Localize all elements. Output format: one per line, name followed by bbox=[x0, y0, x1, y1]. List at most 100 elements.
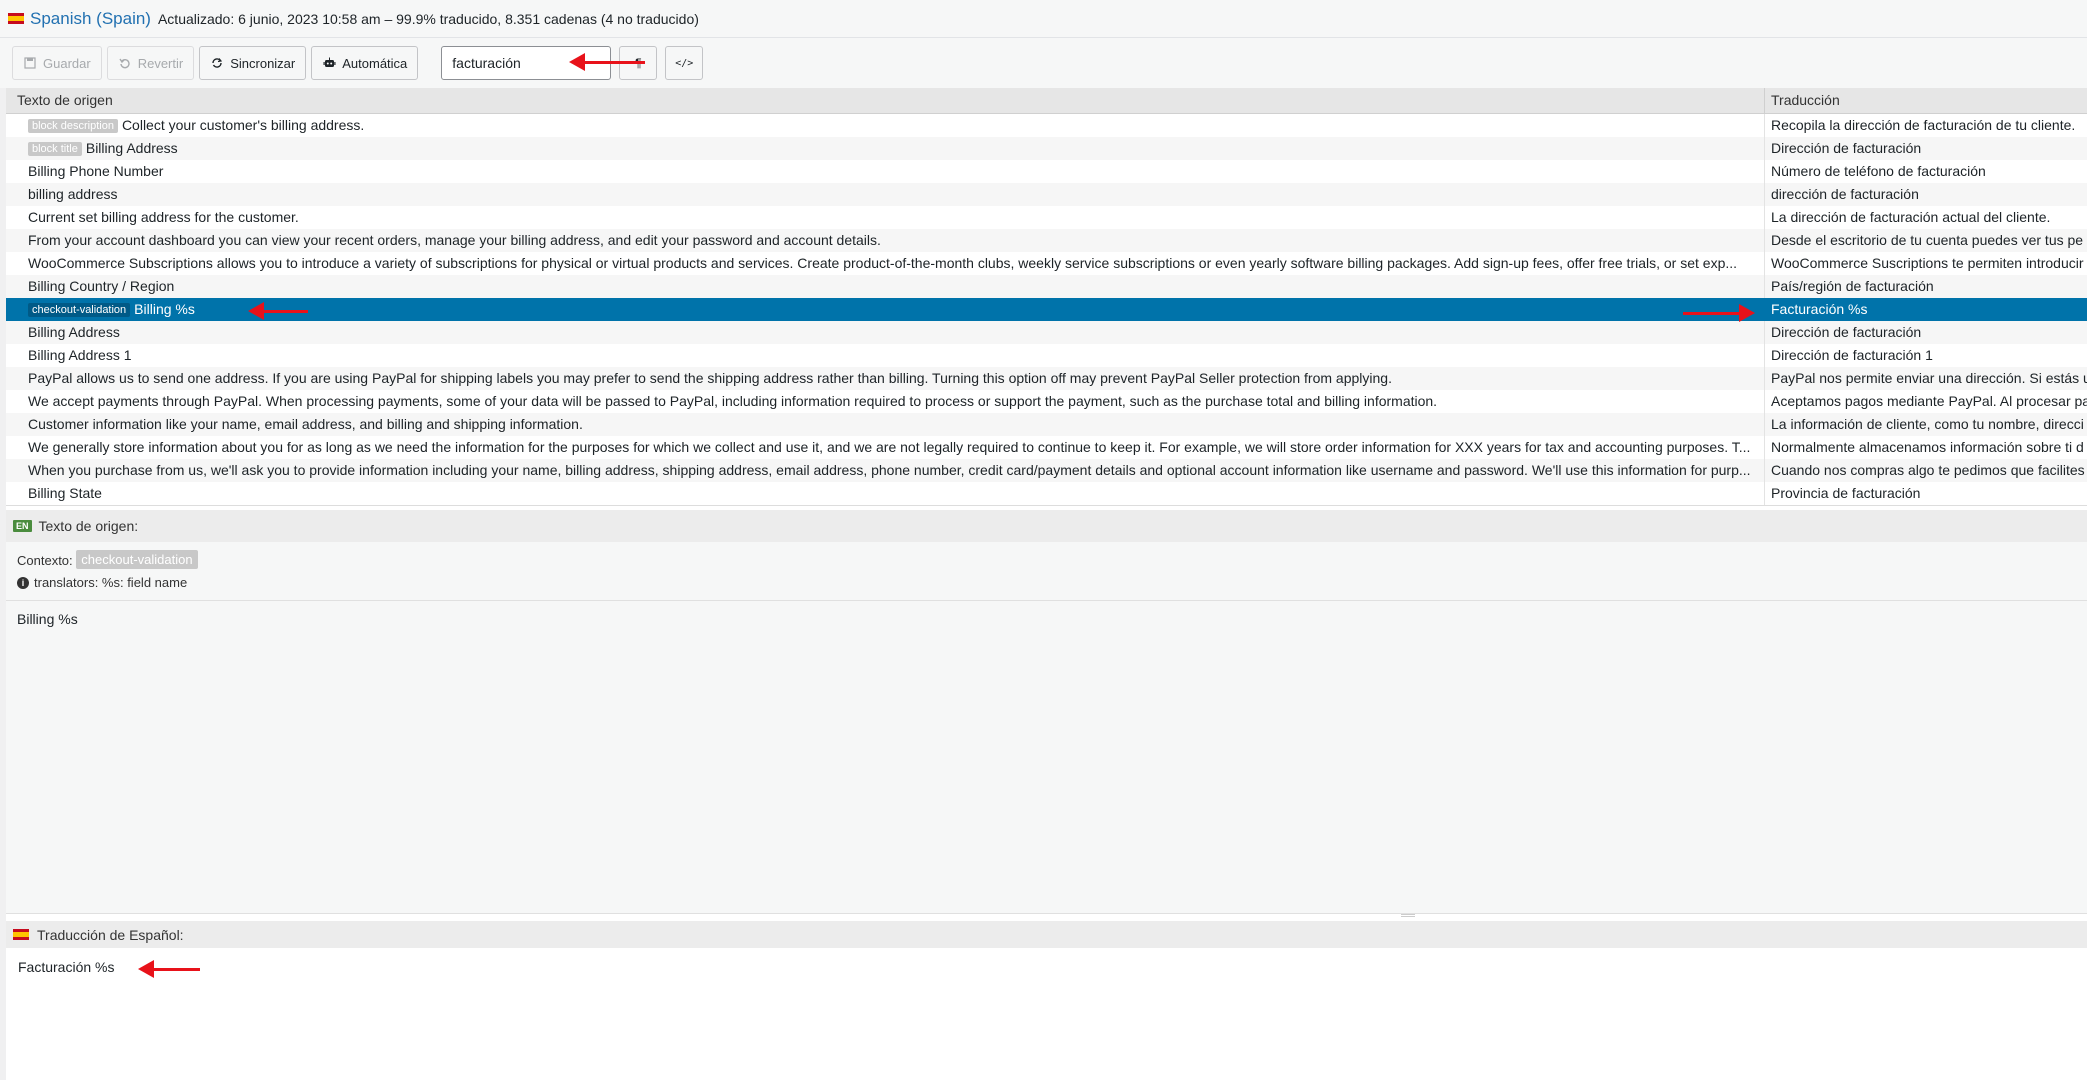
translation-cell: WooCommerce Suscriptions te permiten int… bbox=[1771, 255, 2084, 271]
resize-handle[interactable] bbox=[1401, 914, 1415, 917]
cell-divider bbox=[1764, 137, 1765, 160]
table-row[interactable]: Billing State Provincia de facturación bbox=[6, 482, 2087, 505]
table-row[interactable]: block description Collect your customer's… bbox=[6, 114, 2087, 137]
source-text: From your account dashboard you can view… bbox=[28, 232, 881, 248]
translator-note-text: translators: %s: field name bbox=[34, 575, 188, 590]
source-text: Collect your customer's billing address. bbox=[121, 117, 365, 133]
table-row[interactable]: block title Billing Address Dirección de f… bbox=[6, 137, 2087, 160]
source-cell: WooCommerce Subscriptions allows you to … bbox=[28, 255, 1758, 271]
cell-divider bbox=[1764, 482, 1765, 505]
translation-cell: Aceptamos pagos mediante PayPal. Al proc… bbox=[1771, 393, 2087, 409]
table-row[interactable]: checkout-validation Billing %s Facturación… bbox=[6, 298, 2087, 321]
save-button[interactable]: Guardar bbox=[12, 46, 102, 80]
table-row[interactable]: Current set billing address for the cust… bbox=[6, 206, 2087, 229]
source-text: Billing Address bbox=[85, 140, 178, 156]
source-panel: EN Texto de origen: Contexto: checkout-v… bbox=[6, 510, 2087, 914]
table-row[interactable]: billing address dirección de facturación bbox=[6, 183, 2087, 206]
source-cell: billing address bbox=[28, 186, 1758, 202]
source-text: Current set billing address for the cust… bbox=[28, 209, 299, 225]
translation-cell: Dirección de facturación 1 bbox=[1771, 347, 1933, 363]
source-cell: We generally store information about you… bbox=[28, 439, 1758, 455]
translation-editor[interactable]: Facturación %s bbox=[18, 959, 114, 975]
translation-cell: La dirección de facturación actual del c… bbox=[1771, 209, 2051, 225]
strings-table-header: Texto de origen Traducción bbox=[6, 88, 2087, 114]
table-row[interactable]: We accept payments through PayPal. When … bbox=[6, 390, 2087, 413]
source-cell: block description Collect your customer's… bbox=[28, 117, 1758, 133]
source-text: Billing State bbox=[28, 485, 102, 501]
code-icon: </> bbox=[675, 57, 694, 69]
table-row[interactable]: When you purchase from us, we'll ask you… bbox=[6, 459, 2087, 482]
source-cell: block title Billing Address bbox=[28, 140, 1758, 156]
translation-cell: Desde el escritorio de tu cuenta puedes … bbox=[1771, 232, 2084, 248]
table-row[interactable]: We generally store information about you… bbox=[6, 436, 2087, 459]
strings-table: block description Collect your customer's… bbox=[6, 114, 2087, 506]
sync-label: Sincronizar bbox=[230, 55, 296, 71]
undo-icon bbox=[118, 56, 132, 70]
translation-cell: Facturación %s bbox=[1771, 301, 1868, 317]
source-text: Billing Country / Region bbox=[28, 278, 175, 294]
annotation-arrow-source-row bbox=[248, 302, 308, 320]
translation-panel: Traducción de Español: Facturación %s bbox=[6, 921, 2087, 1080]
table-row[interactable]: From your account dashboard you can view… bbox=[6, 229, 2087, 252]
table-row[interactable]: Customer information like your name, ema… bbox=[6, 413, 2087, 436]
editor-header: Spanish (Spain) Actualizado: 6 junio, 20… bbox=[0, 0, 2087, 38]
cell-divider bbox=[1764, 459, 1765, 482]
table-row[interactable]: WooCommerce Subscriptions allows you to … bbox=[6, 252, 2087, 275]
source-text: billing address bbox=[28, 186, 118, 202]
cell-divider bbox=[1764, 344, 1765, 367]
cell-divider bbox=[1764, 114, 1765, 137]
column-translation[interactable]: Traducción bbox=[1771, 92, 1840, 108]
robot-icon bbox=[322, 56, 336, 70]
english-flag-icon: EN bbox=[13, 520, 32, 532]
table-row[interactable]: Billing Address 1 Dirección de facturació… bbox=[6, 344, 2087, 367]
column-source[interactable]: Texto de origen bbox=[17, 92, 113, 108]
source-text: We accept payments through PayPal. When … bbox=[28, 393, 1438, 409]
code-view-button[interactable]: </> bbox=[665, 46, 704, 80]
source-cell: Billing Address bbox=[28, 324, 1758, 340]
spain-flag-icon bbox=[13, 929, 29, 940]
source-text: Billing %s bbox=[134, 301, 195, 317]
translation-cell: Dirección de facturación bbox=[1771, 324, 1922, 340]
save-label: Guardar bbox=[43, 55, 91, 71]
spain-flag-icon bbox=[8, 13, 24, 24]
source-text: PayPal allows us to send one address. If… bbox=[28, 370, 1392, 386]
source-cell: When you purchase from us, we'll ask you… bbox=[28, 462, 1758, 478]
revert-button[interactable]: Revertir bbox=[106, 46, 195, 80]
annotation-arrow-translation-text bbox=[138, 960, 200, 978]
translation-panel-title: Traducción de Español: bbox=[6, 921, 2087, 948]
source-cell: PayPal allows us to send one address. If… bbox=[28, 370, 1758, 386]
translation-cell: Provincia de facturación bbox=[1771, 485, 1921, 501]
annotation-arrow-translation-row bbox=[1683, 304, 1755, 322]
source-cell: Billing Address 1 bbox=[28, 347, 1758, 363]
source-text-area: Billing %s bbox=[6, 600, 2087, 912]
translation-cell: Normalmente almacenamos información sobr… bbox=[1771, 439, 2084, 455]
sync-button[interactable]: Sincronizar bbox=[199, 46, 307, 80]
source-cell: Customer information like your name, ema… bbox=[28, 416, 1758, 432]
source-cell: From your account dashboard you can view… bbox=[28, 232, 1758, 248]
source-text: Billing Phone Number bbox=[28, 163, 164, 179]
translation-panel-label: Traducción de Español: bbox=[37, 926, 184, 943]
translation-cell: Cuando nos compras algo te pedimos que f… bbox=[1771, 462, 2085, 478]
translation-cell: dirección de facturación bbox=[1771, 186, 1919, 202]
translation-cell: Número de teléfono de facturación bbox=[1771, 163, 1986, 179]
table-row[interactable]: Billing Phone Number Número de teléfono d… bbox=[6, 160, 2087, 183]
table-row[interactable]: Billing Address Dirección de facturación bbox=[6, 321, 2087, 344]
table-row[interactable]: PayPal allows us to send one address. If… bbox=[6, 367, 2087, 390]
context-tag: block description bbox=[28, 119, 118, 133]
source-panel-title: EN Texto de origen: bbox=[6, 510, 2087, 542]
auto-translate-button[interactable]: Automática bbox=[311, 46, 419, 80]
cell-divider bbox=[1764, 252, 1765, 275]
table-row[interactable]: Billing Country / Region País/región de f… bbox=[6, 275, 2087, 298]
column-divider[interactable] bbox=[1764, 88, 1765, 114]
translation-cell: La información de cliente, como tu nombr… bbox=[1771, 416, 2084, 432]
floppy-disk-icon bbox=[23, 56, 37, 70]
language-link[interactable]: Spanish (Spain) bbox=[30, 9, 151, 29]
source-text: Billing Address 1 bbox=[28, 347, 132, 363]
auto-label: Automática bbox=[342, 55, 408, 71]
source-text: Billing Address bbox=[28, 324, 120, 340]
translation-cell: PayPal nos permite enviar una dirección.… bbox=[1771, 370, 2087, 386]
info-icon: i bbox=[17, 576, 29, 589]
translator-note: i translators: %s: field name bbox=[6, 569, 2087, 590]
source-cell: Billing State bbox=[28, 485, 1758, 501]
refresh-icon bbox=[210, 56, 224, 70]
